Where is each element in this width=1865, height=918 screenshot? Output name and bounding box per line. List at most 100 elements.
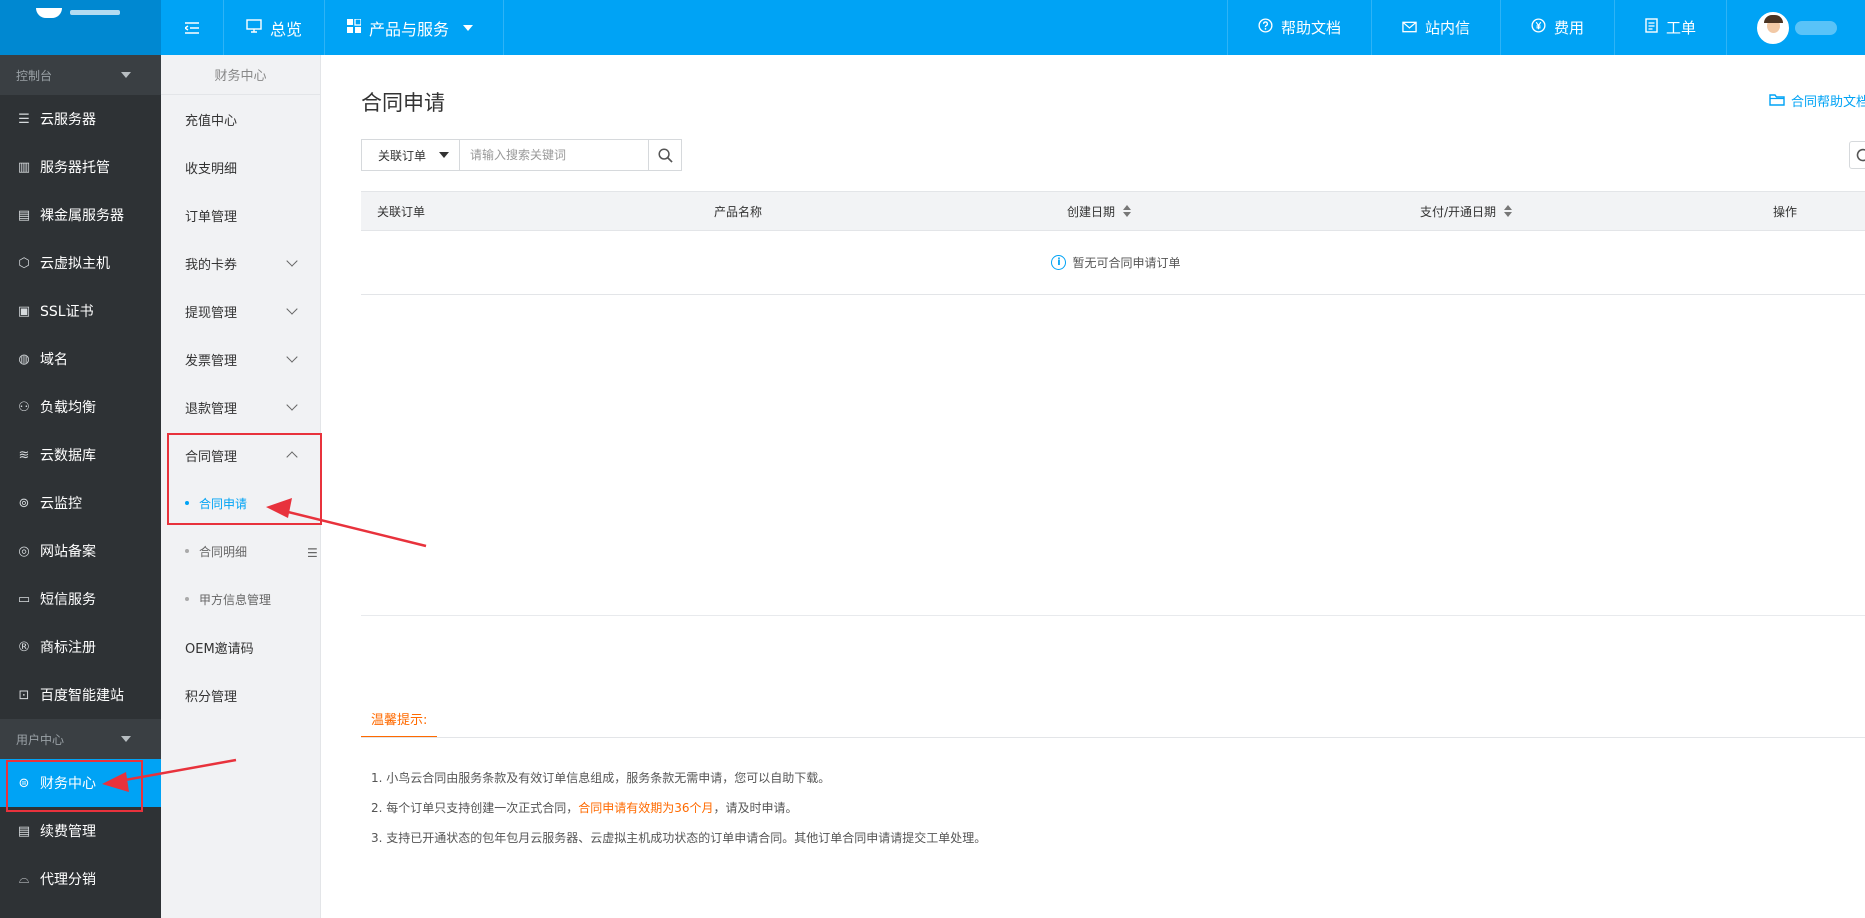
folder-icon bbox=[1769, 92, 1785, 110]
database-icon: ≋ bbox=[18, 447, 30, 463]
section-divider bbox=[361, 615, 1865, 616]
sidebar-item-bare-metal[interactable]: ▤ 裸金属服务器 bbox=[0, 191, 161, 239]
sidebar-item-monitor[interactable]: ⊚ 云监控 bbox=[0, 479, 161, 527]
contract-help-doc-label: 合同帮助文档 bbox=[1790, 95, 1865, 110]
renew-icon: ▤ bbox=[17, 823, 31, 839]
billing-link[interactable]: 费用 bbox=[1499, 0, 1614, 55]
tickets-label: 工单 bbox=[1665, 19, 1696, 37]
subnav-item-label: 我的卡券 bbox=[185, 257, 238, 273]
subnav-item-recharge[interactable]: 充值中心 bbox=[161, 95, 320, 143]
sidebar-item-renewal[interactable]: ▤ 续费管理 bbox=[0, 807, 161, 855]
subnav-item-points[interactable]: 积分管理 bbox=[161, 671, 320, 719]
table-empty-state: i 暂无可合同申请订单 bbox=[361, 231, 1865, 295]
caret-down-icon bbox=[121, 736, 131, 742]
tip-text: ，请及时申请。 bbox=[713, 801, 798, 815]
subnav-item-coupons[interactable]: 我的卡券 bbox=[161, 239, 320, 287]
empty-state-text: 暂无可合同申请订单 bbox=[1072, 256, 1181, 270]
help-docs-label: 帮助文档 bbox=[1280, 19, 1341, 37]
server-icon: ☰ bbox=[18, 111, 30, 127]
column-header-related-order: 关联订单 bbox=[361, 203, 714, 220]
grid-icon bbox=[347, 18, 362, 37]
sidebar-item-label: 云监控 bbox=[40, 496, 82, 512]
chevron-down-icon bbox=[286, 399, 298, 411]
search-field-select[interactable]: 关联订单 bbox=[362, 140, 460, 170]
messages-link[interactable]: 站内信 bbox=[1370, 0, 1500, 55]
sidebar-item-ssl[interactable]: ▣ SSL证书 bbox=[0, 287, 161, 335]
contract-table: 关联订单 产品名称 创建日期 支付/开通日期 操作 i 暂无可合同申请订单 bbox=[361, 191, 1865, 295]
page-title: 合同申请 bbox=[361, 91, 445, 115]
subnav-item-label: 提现管理 bbox=[185, 305, 238, 321]
column-header-created-date[interactable]: 创建日期 bbox=[1067, 203, 1420, 220]
collapse-subnav-icon[interactable]: ☰ bbox=[307, 547, 319, 559]
tip-highlight: 合同申请有效期为36个月 bbox=[578, 801, 714, 815]
column-header-actions: 操作 bbox=[1773, 203, 1797, 220]
annotation-box-contract bbox=[167, 433, 322, 525]
refresh-button[interactable] bbox=[1849, 141, 1865, 169]
overview-link[interactable]: 总览 bbox=[224, 0, 326, 55]
sidebar-item-virtual-host[interactable]: ⬡ 云虚拟主机 bbox=[0, 239, 161, 287]
hosting-icon: ▥ bbox=[17, 159, 31, 175]
search-input[interactable] bbox=[460, 140, 648, 170]
sidebar-item-load-balance[interactable]: ⚇ 负载均衡 bbox=[0, 383, 161, 431]
menu-toggle-button[interactable] bbox=[161, 0, 224, 55]
chevron-down-icon bbox=[286, 351, 298, 363]
subnav-item-withdraw[interactable]: 提现管理 bbox=[161, 287, 320, 335]
subnav-item-label: 积分管理 bbox=[185, 689, 238, 705]
sidebar-item-cloud-server[interactable]: ☰ 云服务器 bbox=[0, 95, 161, 143]
sidebar-group-console[interactable]: 控制台 bbox=[0, 55, 161, 95]
sidebar-item-database[interactable]: ≋ 云数据库 bbox=[0, 431, 161, 479]
subnav-child-party-a-info[interactable]: 甲方信息管理 bbox=[161, 575, 320, 623]
tip-item-1: 1. 小鸟云合同由服务条款及有效订单信息组成，服务条款无需申请，您可以自助下载。 bbox=[371, 771, 831, 785]
products-label: 产品与服务 bbox=[369, 19, 450, 39]
help-docs-link[interactable]: 帮助文档 bbox=[1226, 0, 1371, 55]
search-button[interactable] bbox=[648, 140, 681, 170]
record-icon: ◎ bbox=[18, 543, 30, 559]
tickets-link[interactable]: 工单 bbox=[1613, 0, 1726, 55]
user-name-blurred bbox=[1795, 20, 1837, 35]
sidebar-item-agent[interactable]: ⌓ 代理分销 bbox=[0, 855, 161, 903]
subnav-item-label: 收支明细 bbox=[185, 161, 238, 177]
sidebar-item-server-hosting[interactable]: ▥ 服务器托管 bbox=[0, 143, 161, 191]
tip-text: 2. 每个订单只支持创建一次正式合同， bbox=[371, 801, 579, 815]
subnav-item-refund[interactable]: 退款管理 bbox=[161, 383, 320, 431]
logo[interactable] bbox=[0, 0, 161, 55]
column-header-pay-date[interactable]: 支付/开通日期 bbox=[1420, 203, 1773, 220]
subnav-item-label: 发票管理 bbox=[185, 353, 238, 369]
monitor-icon bbox=[246, 18, 262, 37]
subnav-child-contract-detail[interactable]: 合同明细 bbox=[161, 527, 320, 575]
subnav-item-orders[interactable]: 订单管理 bbox=[161, 191, 320, 239]
tip-item-3: 3. 支持已开通状态的包年包月云服务器、云虚拟主机成功状态的订单申请合同。其他订… bbox=[371, 831, 987, 845]
sidebar-group-user-center[interactable]: 用户中心 bbox=[0, 719, 161, 759]
mail-icon bbox=[1402, 19, 1417, 37]
caret-down-icon bbox=[463, 24, 474, 31]
contract-help-doc-link[interactable]: 合同帮助文档 bbox=[1769, 91, 1865, 110]
sidebar-item-trademark[interactable]: ® 商标注册 bbox=[0, 623, 161, 671]
subnav-item-label: 退款管理 bbox=[185, 401, 238, 417]
sidebar-item-domain[interactable]: ◍ 域名 bbox=[0, 335, 161, 383]
basket-icon: ⌓ bbox=[18, 871, 30, 887]
messages-label: 站内信 bbox=[1424, 19, 1470, 37]
chevron-down-icon bbox=[286, 255, 298, 267]
subnav-child-label: 甲方信息管理 bbox=[199, 592, 272, 607]
tips-tab[interactable]: 温馨提示: bbox=[361, 700, 438, 738]
products-menu[interactable]: 产品与服务 bbox=[325, 0, 505, 55]
main-content: 合同申请 合同帮助文档 关联订单 关联订单 产品名称 创建日期 支付/开通日期 … bbox=[321, 55, 1865, 918]
sidebar-item-label: 负载均衡 bbox=[40, 400, 96, 416]
user-menu[interactable] bbox=[1726, 0, 1865, 55]
subnav-title: 财务中心 bbox=[161, 55, 320, 95]
subnav-item-invoice[interactable]: 发票管理 bbox=[161, 335, 320, 383]
sidebar-item-label: 续费管理 bbox=[40, 824, 96, 840]
subnav-item-transactions[interactable]: 收支明细 bbox=[161, 143, 320, 191]
sort-icon[interactable] bbox=[1504, 205, 1513, 217]
sort-icon[interactable] bbox=[1123, 205, 1132, 217]
search-bar: 关联订单 bbox=[361, 139, 682, 171]
sidebar-group-label: 控制台 bbox=[16, 68, 53, 83]
monitor-icon: ⊚ bbox=[18, 495, 30, 511]
subnav-item-oem-invite[interactable]: OEM邀请码 bbox=[161, 623, 320, 671]
sidebar-item-sms[interactable]: ▭ 短信服务 bbox=[0, 575, 161, 623]
sidebar-item-icp-record[interactable]: ◎ 网站备案 bbox=[0, 527, 161, 575]
tip-item-2: 2. 每个订单只支持创建一次正式合同，合同申请有效期为36个月，请及时申请。 bbox=[371, 793, 986, 823]
sidebar-item-site-builder[interactable]: ⊡ 百度智能建站 bbox=[0, 671, 161, 719]
top-navigation-bar: 总览 产品与服务 帮助文档 站内信 费用 工单 bbox=[0, 0, 1865, 55]
column-header-label: 关联订单 bbox=[377, 204, 426, 219]
